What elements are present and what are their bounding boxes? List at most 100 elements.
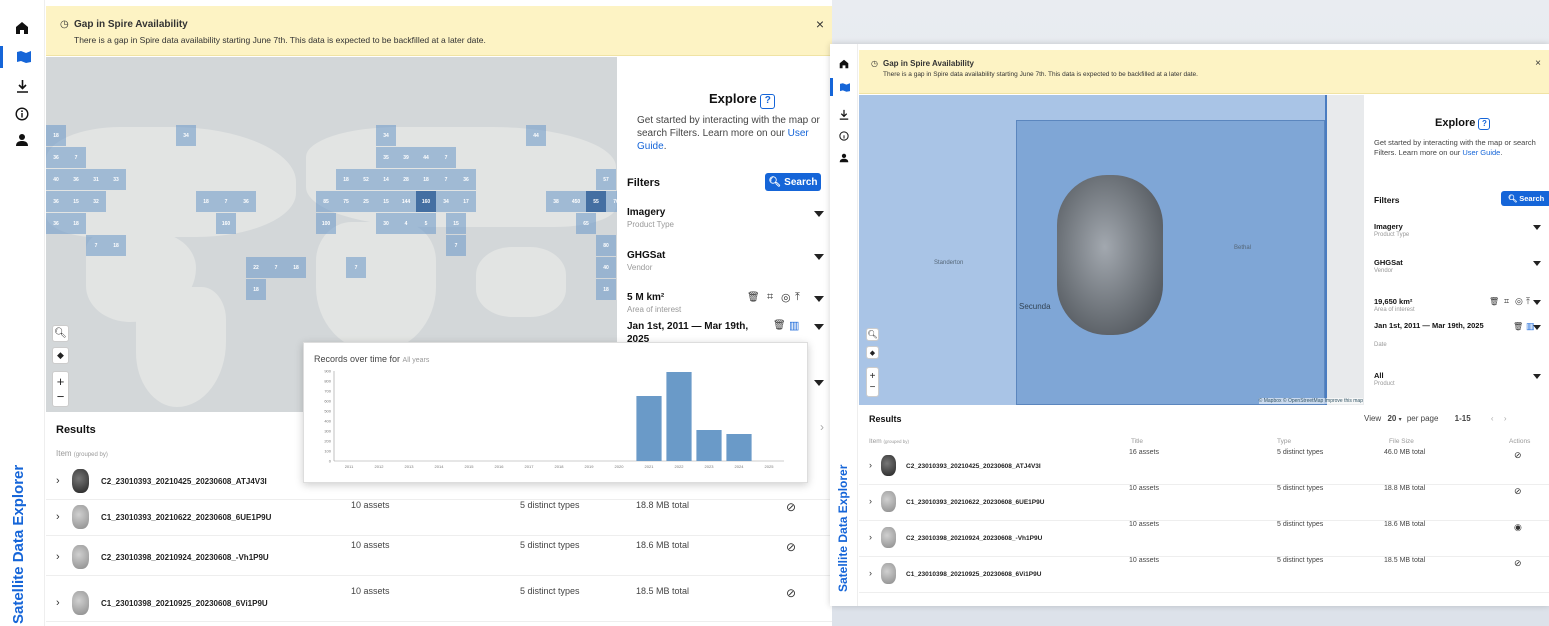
map-icon[interactable]: [0, 46, 44, 68]
zoom-control[interactable]: + −: [52, 371, 69, 407]
next-page-icon[interactable]: ›: [1504, 414, 1507, 423]
coverage-tile[interactable]: 30: [376, 213, 396, 234]
coverage-tile[interactable]: 7: [216, 191, 236, 212]
home-icon[interactable]: [0, 18, 44, 38]
chart-bar[interactable]: [726, 434, 752, 461]
upload-icon[interactable]: ⤒: [795, 291, 800, 304]
coverage-tile[interactable]: 40: [596, 257, 616, 278]
expand-row-icon[interactable]: ›: [869, 460, 872, 470]
coverage-tile[interactable]: 160: [416, 191, 436, 212]
expand-row-icon[interactable]: ›: [869, 532, 872, 542]
trash-icon[interactable]: 🗑︎: [1489, 297, 1499, 306]
thumbnail[interactable]: [72, 545, 89, 569]
coverage-tile[interactable]: 34: [436, 191, 456, 212]
visibility-off-icon[interactable]: ⊘: [1514, 486, 1522, 497]
search-button[interactable]: 🔍︎ Search: [765, 173, 821, 191]
thumbnail[interactable]: [881, 491, 896, 512]
coverage-tile[interactable]: 65: [576, 213, 596, 234]
draw-box-icon[interactable]: ⌗: [1504, 296, 1509, 307]
close-banner-button[interactable]: ×: [816, 16, 824, 32]
visibility-off-icon[interactable]: ⊘: [786, 540, 796, 554]
thumbnail[interactable]: [881, 527, 896, 548]
map-attribution[interactable]: © Mapbox © OpenStreetMap Improve this ma…: [1258, 398, 1363, 404]
coverage-tile[interactable]: 36: [66, 169, 86, 190]
coverage-tile[interactable]: 36: [46, 213, 66, 234]
coverage-tile[interactable]: 34: [176, 125, 196, 146]
table-row[interactable]: › C1_23010398_20210925_20230608_6Vi1P9U …: [859, 557, 1549, 593]
upload-icon[interactable]: ⤒: [1526, 296, 1530, 307]
item-name[interactable]: C2_23010393_20210425_20230608_ATJ4V3I: [906, 463, 1041, 470]
thumbnail[interactable]: [881, 563, 896, 584]
zoom-out-button[interactable]: −: [57, 389, 65, 404]
coverage-tile[interactable]: 7: [66, 147, 86, 168]
table-row[interactable]: › C1_23010398_20210925_20230608_6Vi1P9U …: [46, 586, 832, 622]
coverage-tile[interactable]: 80: [596, 235, 616, 256]
download-icon[interactable]: [830, 106, 857, 122]
coverage-tile[interactable]: 40: [46, 169, 66, 190]
zoom-control[interactable]: + −: [866, 367, 879, 397]
chart-bar[interactable]: [636, 396, 662, 461]
coverage-tile[interactable]: 4: [396, 213, 416, 234]
user-guide-link[interactable]: User Guide: [1462, 148, 1500, 157]
coverage-tile[interactable]: 32: [86, 191, 106, 212]
per-page-select[interactable]: 20: [1387, 414, 1396, 423]
coverage-tile[interactable]: 85: [316, 191, 336, 212]
thumbnail[interactable]: [881, 455, 896, 476]
thumbnail[interactable]: [72, 591, 89, 615]
expand-row-icon[interactable]: ›: [869, 496, 872, 506]
coverage-tile[interactable]: 18: [336, 169, 356, 190]
coverage-tile[interactable]: 52: [356, 169, 376, 190]
expand-row-icon[interactable]: ›: [56, 475, 60, 487]
filter-vendor[interactable]: GHGSat Vendor: [617, 250, 832, 280]
coverage-tile[interactable]: 39: [396, 147, 416, 168]
coverage-tile[interactable]: 18: [66, 213, 86, 234]
expand-row-icon[interactable]: ›: [869, 568, 872, 578]
download-icon[interactable]: [0, 76, 44, 96]
trash-icon[interactable]: 🗑︎: [1513, 322, 1523, 331]
visibility-icon[interactable]: ◉: [1514, 522, 1522, 533]
close-banner-button[interactable]: ×: [1535, 58, 1541, 69]
filter-aoi[interactable]: 19,650 km² Area of interest 🗑︎ ⌗ ◎ ⤒: [1364, 296, 1549, 319]
coverage-tile[interactable]: 15: [446, 213, 466, 234]
draw-box-icon[interactable]: ⌗: [767, 291, 773, 304]
filter-aoi[interactable]: 5 M km² Area of interest 🗑︎ ⌗ ◎ ⤒: [617, 291, 832, 318]
expand-row-icon[interactable]: ›: [56, 511, 60, 523]
coverage-tile[interactable]: 144: [396, 191, 416, 212]
coverage-tile[interactable]: 160: [216, 213, 236, 234]
coverage-tile[interactable]: 75: [336, 191, 356, 212]
coverage-tile[interactable]: 31: [86, 169, 106, 190]
user-icon[interactable]: [0, 130, 44, 150]
coverage-tile[interactable]: 36: [236, 191, 256, 212]
zoom-in-button[interactable]: +: [870, 371, 876, 382]
item-name[interactable]: C1_23010398_20210925_20230608_6Vi1P9U: [906, 571, 1041, 578]
filter-product-type[interactable]: Imagery Product Type: [617, 207, 832, 237]
thumbnail[interactable]: [72, 469, 89, 493]
coverage-tile[interactable]: 28: [396, 169, 416, 190]
coverage-tile[interactable]: 7: [436, 169, 456, 190]
thumbnail[interactable]: [72, 505, 89, 529]
expand-row-icon[interactable]: ›: [56, 551, 60, 563]
coverage-tile[interactable]: 25: [356, 191, 376, 212]
coverage-tile[interactable]: 18: [106, 235, 126, 256]
expand-row-icon[interactable]: ›: [56, 597, 60, 609]
table-row[interactable]: › C1_23010393_20210622_20230608_6UE1P9U …: [859, 485, 1549, 521]
layers-icon[interactable]: ◆: [52, 347, 69, 364]
coverage-tile[interactable]: 100: [316, 213, 336, 234]
chevron-down-icon[interactable]: ▾: [1399, 417, 1402, 423]
user-icon[interactable]: [830, 150, 857, 166]
info-icon[interactable]: [0, 104, 44, 124]
trash-icon[interactable]: 🗑︎: [773, 320, 786, 331]
item-name[interactable]: C1_23010393_20210622_20230608_6UE1P9U: [101, 513, 271, 522]
help-icon[interactable]: ?: [1478, 118, 1491, 130]
coverage-tile[interactable]: 33: [106, 169, 126, 190]
coverage-tile[interactable]: 70: [606, 191, 617, 212]
filter-product[interactable]: All Product: [1364, 371, 1549, 395]
coverage-tile[interactable]: 34: [376, 125, 396, 146]
coverage-tile[interactable]: 44: [526, 125, 546, 146]
prev-page-icon[interactable]: ‹: [1491, 414, 1494, 423]
table-row[interactable]: › C1_23010393_20210622_20230608_6UE1P9U …: [46, 500, 832, 536]
item-name[interactable]: C2_23010398_20210924_20230608_-Vh1P9U: [101, 553, 269, 562]
visibility-off-icon[interactable]: ⊘: [786, 586, 796, 600]
coverage-tile[interactable]: 7: [446, 235, 466, 256]
coverage-tile[interactable]: 7: [346, 257, 366, 278]
